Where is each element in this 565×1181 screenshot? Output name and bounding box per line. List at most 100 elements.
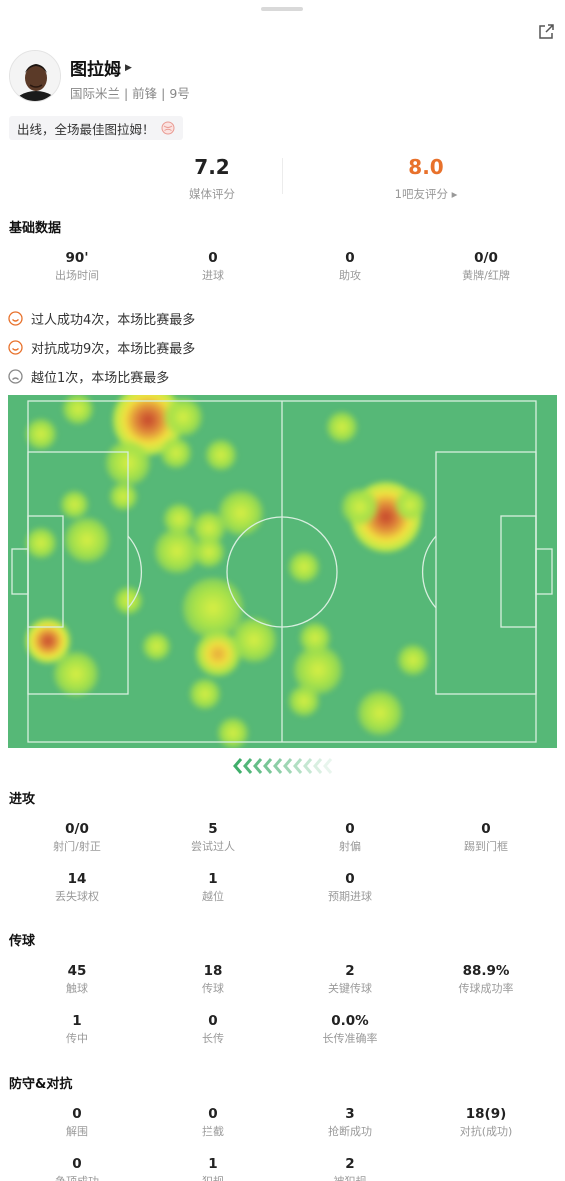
attack-direction-indicator: [233, 757, 333, 775]
stat-value: 0: [208, 1013, 218, 1029]
stat-cell: 1 犯规: [145, 1155, 281, 1181]
stat-cell: 0 争顶成功: [9, 1155, 145, 1181]
stat-label: 长传准确率: [322, 1032, 378, 1045]
chevron-left-icon: [323, 758, 333, 774]
fan-rating-value: 8.0: [408, 155, 444, 179]
stat-cell: 3 抢断成功: [282, 1105, 418, 1140]
stat-value: 18: [203, 963, 223, 979]
stat-value: 5: [208, 821, 218, 837]
stat-label: 出场时间: [55, 269, 99, 282]
stat-value: 0.0%: [331, 1013, 369, 1029]
stat-value: 2: [345, 1156, 355, 1172]
stat-cell: 14 丢失球权: [9, 870, 145, 905]
stat-value: 45: [67, 963, 87, 979]
stat-cell: 90' 出场时间: [9, 249, 145, 284]
stat-label: 传球成功率: [458, 982, 514, 995]
section-title-defense: 防守&对抗: [9, 1077, 73, 1092]
stat-value: 0: [345, 871, 355, 887]
stat-value: 1: [208, 871, 218, 887]
stat-cell: 45 触球: [9, 962, 145, 997]
stat-label: 争顶成功: [9, 1174, 145, 1181]
section-title-attack: 进攻: [9, 792, 36, 807]
player-info: 国际米兰 | 前锋 | 9号: [70, 86, 190, 101]
stat-cell: 1 传中: [9, 1012, 145, 1047]
player-name[interactable]: 图拉姆: [70, 55, 121, 80]
stat-value: 0: [72, 1156, 82, 1172]
stat-label: 拦截: [202, 1125, 224, 1138]
stat-label: 进球: [202, 269, 224, 282]
stat-value: 90': [65, 250, 89, 266]
chevron-left-icon: [283, 758, 293, 774]
highlight-dribbles: 过人成功4次，本场比赛最多: [8, 309, 195, 328]
stat-label: 尝试过人: [191, 840, 235, 853]
stat-cell: 0 长传: [145, 1012, 281, 1047]
stat-value: 2: [345, 963, 355, 979]
stat-value: 1: [72, 1013, 82, 1029]
stat-label: 踢到门框: [464, 840, 508, 853]
stat-label: 射门/射正: [53, 840, 101, 853]
smile-icon: [8, 311, 23, 326]
stat-label: 解围: [66, 1125, 88, 1138]
stat-cell: 0 进球: [145, 249, 281, 284]
stat-label: 助攻: [339, 269, 361, 282]
comment-text: 出线，全场最佳图拉姆！: [17, 121, 155, 137]
stat-value: 0: [345, 821, 355, 837]
stat-label: 预期进球: [328, 890, 372, 903]
stat-value: 0/0: [474, 250, 498, 266]
stat-value: 1: [208, 1156, 218, 1172]
stat-value: 0: [208, 1106, 218, 1122]
stat-cell: 0 预期进球: [282, 870, 418, 905]
caret-right-icon: ▶: [125, 62, 132, 73]
stat-value: 0: [208, 250, 218, 266]
stat-label: 犯规: [145, 1174, 281, 1181]
comment-chip[interactable]: 出线，全场最佳图拉姆！: [9, 116, 183, 140]
stat-cell: 2 被犯规: [282, 1155, 418, 1181]
stat-value: 18(9): [465, 1106, 507, 1122]
stat-cell: 1 越位: [145, 870, 281, 905]
fan-rating[interactable]: 8.0 1吧友评分 ▸: [326, 155, 526, 202]
stat-cell: 2 关键传球: [282, 962, 418, 997]
stat-value: 3: [345, 1106, 355, 1122]
chevron-left-icon: [253, 758, 263, 774]
rating-divider: [282, 158, 283, 194]
stat-cell: 0 拦截: [145, 1105, 281, 1140]
stat-value: 14: [67, 871, 87, 887]
stat-label: 对抗(成功): [459, 1125, 513, 1138]
chevron-left-icon: [293, 758, 303, 774]
stat-cell: 18 传球: [145, 962, 281, 997]
section-title-basic: 基础数据: [9, 221, 62, 236]
player-name-row[interactable]: 图拉姆 ▶: [70, 55, 132, 80]
share-icon[interactable]: [536, 22, 556, 42]
stat-cell: 0 助攻: [282, 249, 418, 284]
smile-icon: [8, 340, 23, 355]
stat-cell: 0/0 黄牌/红牌: [418, 249, 554, 284]
chevron-left-icon: [313, 758, 323, 774]
highlight-text: 对抗成功9次，本场比赛最多: [31, 342, 196, 357]
stat-cell: 0 射偏: [282, 820, 418, 855]
chevron-left-icon: [303, 758, 313, 774]
highlight-offside: 越位1次，本场比赛最多: [8, 367, 169, 386]
stat-cell: 0 解围: [9, 1105, 145, 1140]
stat-value: 0: [72, 1106, 82, 1122]
stat-value: 0: [345, 250, 355, 266]
stat-cell: 88.9% 传球成功率: [418, 962, 554, 997]
highlight-text: 过人成功4次，本场比赛最多: [31, 313, 196, 328]
chevron-left-icon: [263, 758, 273, 774]
chevron-left-icon: [243, 758, 253, 774]
frown-icon: [8, 369, 23, 384]
ball-icon: [161, 121, 175, 135]
highlight-text: 越位1次，本场比赛最多: [31, 371, 170, 386]
stat-value: 0/0: [65, 821, 89, 837]
stat-label: 射偏: [339, 840, 361, 853]
stat-label: 触球: [66, 982, 88, 995]
stat-label: 传球: [202, 982, 224, 995]
stat-value: 0: [481, 821, 491, 837]
stat-label: 关键传球: [328, 982, 372, 995]
avatar[interactable]: [9, 50, 61, 102]
stat-value: 88.9%: [462, 963, 510, 979]
stat-cell: 0.0% 长传准确率: [282, 1012, 418, 1047]
fan-rating-label[interactable]: 1吧友评分 ▸: [326, 186, 526, 202]
stat-cell: 0/0 射门/射正: [9, 820, 145, 855]
drag-handle[interactable]: [261, 7, 303, 11]
stat-label: 长传: [202, 1032, 224, 1045]
